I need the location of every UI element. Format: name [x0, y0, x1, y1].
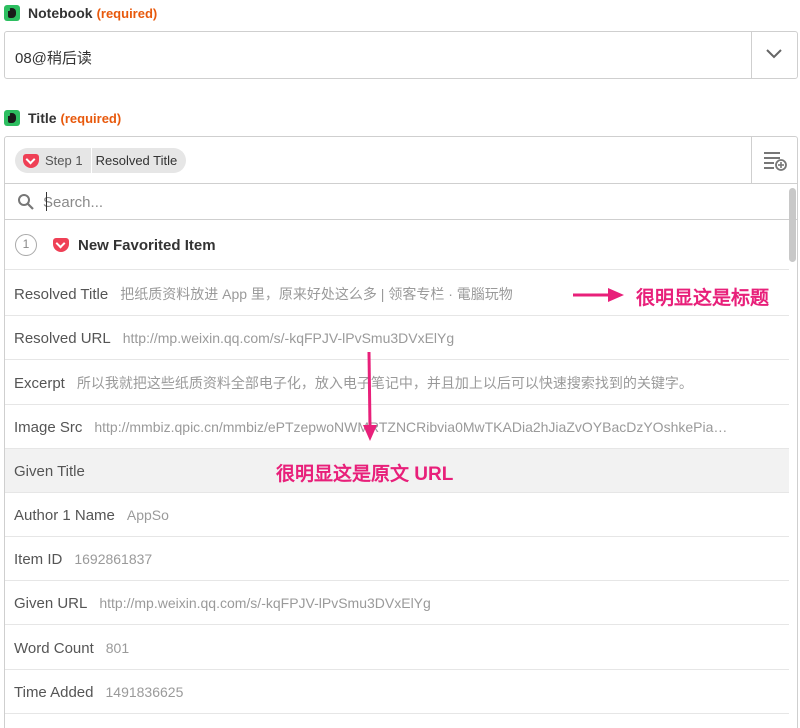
notebook-required-badge: (required): [96, 6, 158, 21]
pill-step-label: Step 1: [45, 153, 83, 168]
option-key: Image Src: [14, 419, 83, 436]
search-row: [5, 184, 797, 220]
option-key: Resolved Title: [14, 286, 109, 303]
option-key: Given URL: [14, 595, 88, 612]
insert-field-icon: [764, 152, 787, 171]
pill-field-name: Resolved Title: [95, 153, 178, 168]
notebook-dropdown-button[interactable]: [751, 32, 797, 78]
evernote-icon: [4, 5, 20, 21]
field-option-author-name[interactable]: Author 1 Name AppSo: [5, 493, 789, 537]
field-option-excerpt[interactable]: Excerpt 所以我就把这些纸质资料全部电子化，放入电子笔记中，并且加上以后可以…: [5, 361, 789, 405]
title-label: Title (required): [28, 110, 121, 126]
option-key: Word Count: [14, 640, 94, 657]
pill-divider: [90, 148, 92, 173]
step-group-title: New Favorited Item: [78, 237, 216, 254]
option-value: AppSo: [126, 507, 169, 523]
option-value: http://mp.weixin.qq.com/s/-kqFPJV-lPvSmu…: [122, 330, 455, 346]
title-label-text: Title: [28, 110, 57, 126]
option-key: Given Title: [14, 463, 85, 480]
option-key: Resolved URL: [14, 330, 111, 347]
notebook-select[interactable]: 08@稍后读: [4, 31, 798, 79]
notebook-label-text: Notebook: [28, 5, 93, 21]
title-required-badge: (required): [60, 111, 122, 126]
pocket-icon: [23, 153, 39, 168]
option-key: Author 1 Name: [14, 507, 115, 524]
field-option-word-count[interactable]: Word Count 801: [5, 626, 789, 670]
chevron-down-icon: [766, 49, 782, 59]
search-icon: [18, 194, 34, 210]
field-option-given-url[interactable]: Given URL http://mp.weixin.qq.com/s/-kqFP…: [5, 581, 789, 625]
field-option-image-src[interactable]: Image Src http://mmbiz.qpic.cn/mmbiz/ePTz…: [5, 405, 789, 449]
option-value: 1692861837: [74, 551, 153, 567]
option-key: Time Added: [14, 684, 94, 701]
notebook-selected-value: 08@稍后读: [15, 50, 92, 67]
text-caret: [46, 192, 47, 211]
field-option-item-id[interactable]: Item ID 1692861837: [5, 537, 789, 581]
step-number-badge: 1: [15, 234, 37, 256]
option-value: 1491836625: [105, 684, 184, 700]
option-value: 801: [105, 640, 130, 656]
option-key: Excerpt: [14, 375, 65, 392]
title-input[interactable]: Step 1 Resolved Title: [4, 136, 798, 184]
option-value: 所以我就把这些纸质资料全部电子化，放入电子笔记中，并且加上以后可以快速搜索找到的…: [76, 375, 693, 391]
field-option-resolved-url[interactable]: Resolved URL http://mp.weixin.qq.com/s/-k…: [5, 316, 789, 360]
field-option-time-added[interactable]: Time Added 1491836625: [5, 670, 789, 714]
field-picker-dropdown: 1 New Favorited Item Resolved Title 把纸质资料…: [4, 184, 798, 728]
insert-field-button[interactable]: [751, 137, 797, 183]
pocket-icon: [53, 238, 69, 252]
url-annotation: 很明显这是原文 URL: [276, 464, 454, 485]
step-group-header: 1 New Favorited Item: [5, 220, 789, 270]
search-input[interactable]: [43, 190, 743, 214]
option-value: 把纸质资料放进 App 里，原来好处这么多 | 领客专栏 · 電腦玩物: [120, 286, 513, 302]
scrollbar-thumb[interactable]: [789, 188, 796, 262]
option-value: http://mp.weixin.qq.com/s/-kqFPJV-lPvSmu…: [99, 595, 431, 611]
mapped-field-pill[interactable]: Step 1 Resolved Title: [15, 148, 187, 173]
option-key: Item ID: [14, 551, 63, 568]
title-annotation: 很明显这是标题: [636, 288, 770, 309]
evernote-icon: [4, 110, 20, 126]
notebook-label: Notebook (required): [28, 5, 157, 21]
option-value: http://mmbiz.qpic.cn/mmbiz/ePTzepwoNWMRT…: [94, 419, 728, 435]
